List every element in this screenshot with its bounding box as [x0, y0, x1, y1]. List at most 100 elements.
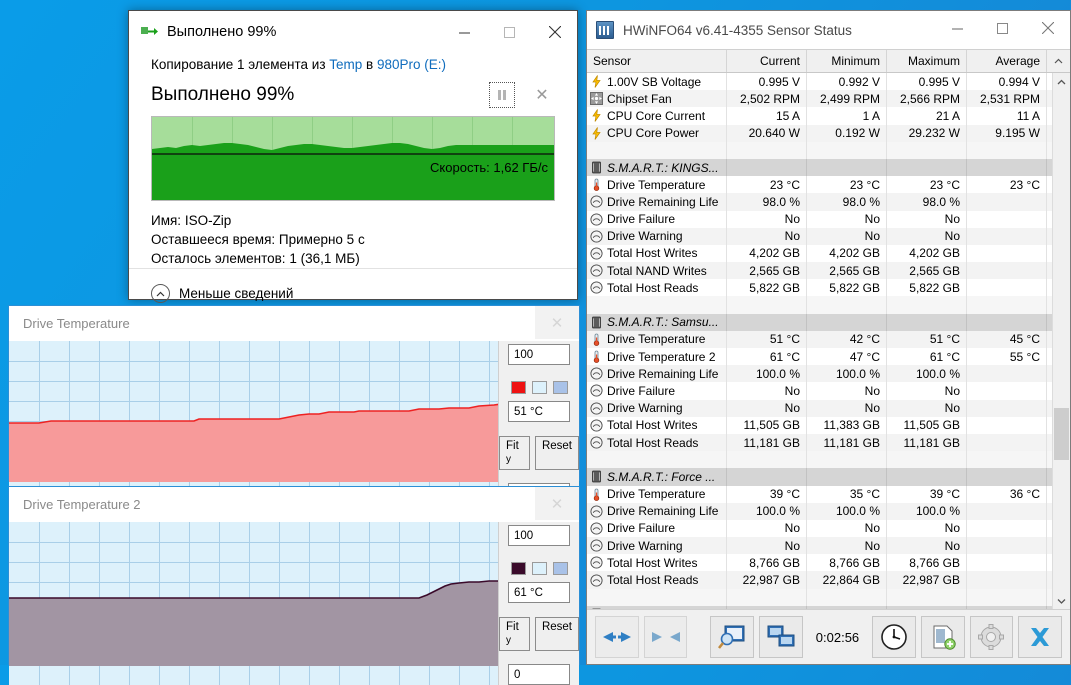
graph-1-reset-button[interactable]: Reset — [535, 436, 579, 470]
table-row-group-header[interactable]: S.M.A.R.T.: KINGS... — [587, 159, 1052, 176]
graph-1-ymax-field[interactable]: 100 — [508, 344, 570, 365]
table-row[interactable]: Drive WarningNoNoNo — [587, 400, 1052, 417]
close-app-button[interactable] — [1018, 616, 1062, 658]
graph-1-grid-color-swatch[interactable] — [553, 381, 568, 394]
graph-2-background-color-swatch[interactable] — [532, 562, 547, 575]
graph-1-titlebar[interactable]: Drive Temperature ✕ — [9, 306, 579, 341]
clock-button[interactable] — [872, 616, 916, 658]
table-row[interactable]: Drive Remaining Life100.0 %100.0 %100.0 … — [587, 365, 1052, 382]
cell-sensor-name: S.M.A.R.T.: Force ... — [587, 468, 727, 485]
cell-value-current: 15 A — [727, 107, 807, 124]
hwinfo-maximize-button[interactable] — [980, 9, 1025, 47]
table-row[interactable]: Drive Remaining Life100.0 %100.0 %100.0 … — [587, 503, 1052, 520]
sensor-settings-button[interactable] — [710, 616, 754, 658]
hwinfo-window-buttons — [935, 9, 1070, 51]
table-row[interactable]: Total NAND Writes2,565 GB2,565 GB2,565 G… — [587, 262, 1052, 279]
destination-folder-link[interactable]: 980Pro (E:) — [377, 57, 446, 72]
graph-1-body: 100 51 °C Fit y Reset 0 — [9, 341, 579, 504]
table-row[interactable]: Total Host Writes4,202 GB4,202 GB4,202 G… — [587, 245, 1052, 262]
cell-value-average — [967, 606, 1047, 609]
table-row[interactable]: Drive WarningNoNoNo — [587, 228, 1052, 245]
column-header-minimum[interactable]: Minimum — [807, 50, 887, 72]
cell-value-maximum: No — [887, 400, 967, 417]
copy-dialog-titlebar[interactable]: Выполнено 99% — [129, 11, 577, 53]
table-row[interactable]: Total Host Reads11,181 GB11,181 GB11,181… — [587, 434, 1052, 451]
table-row[interactable]: Total Host Reads5,822 GB5,822 GB5,822 GB — [587, 279, 1052, 296]
graph-1-current-value-field[interactable]: 51 °C — [508, 401, 570, 422]
table-row[interactable]: Total Host Writes11,505 GB11,383 GB11,50… — [587, 417, 1052, 434]
scroll-up-arrow-icon[interactable] — [1053, 73, 1070, 90]
close-button[interactable] — [532, 11, 577, 53]
table-row[interactable]: 1.00V SB Voltage0.995 V0.992 V0.995 V0.9… — [587, 73, 1052, 90]
fan-icon — [590, 92, 603, 105]
table-row[interactable]: Drive WarningNoNoNo — [587, 537, 1052, 554]
configure-button[interactable] — [970, 616, 1014, 658]
gauge-icon — [590, 539, 603, 552]
table-row[interactable]: Chipset Fan2,502 RPM2,499 RPM2,566 RPM2,… — [587, 90, 1052, 107]
table-row[interactable]: CPU Core Current15 A1 A21 A11 A — [587, 107, 1052, 124]
table-row[interactable]: Total Host Writes8,766 GB8,766 GB8,766 G… — [587, 554, 1052, 571]
column-header-maximum[interactable]: Maximum — [887, 50, 967, 72]
scrollbar-thumb[interactable] — [1054, 408, 1069, 460]
graph-1-close-button[interactable]: ✕ — [535, 306, 579, 339]
sensor-label: Total Host Writes — [607, 246, 697, 260]
sensor-table-scrollbar[interactable] — [1052, 73, 1070, 609]
cell-sensor-name: Drive Warning — [587, 400, 727, 417]
hwinfo-minimize-button[interactable] — [935, 9, 980, 47]
cell-value-current: No — [727, 400, 807, 417]
column-header-sensor[interactable]: Sensor — [587, 50, 727, 72]
column-header-average[interactable]: Average — [967, 50, 1047, 72]
expand-all-button[interactable] — [595, 616, 639, 658]
cell-value-average — [967, 382, 1047, 399]
cancel-copy-button[interactable]: ✕ — [529, 82, 555, 108]
table-row[interactable]: Drive Temperature39 °C35 °C39 °C36 °C — [587, 486, 1052, 503]
gauge-icon — [590, 247, 603, 260]
maximize-button[interactable] — [487, 11, 532, 53]
table-row-group-header[interactable]: S.M.A.R.T.: Samsu... — [587, 314, 1052, 331]
graph-2-fit-label: Fit — [506, 621, 519, 633]
stat-row-time: Оставшееся время: Примерно 5 с — [151, 230, 555, 249]
scroll-down-arrow-icon[interactable] — [1053, 592, 1070, 609]
graph-1-background-color-swatch[interactable] — [532, 381, 547, 394]
table-row[interactable]: Drive FailureNoNoNo — [587, 211, 1052, 228]
graph-2-fit-y-button[interactable]: Fit y — [499, 617, 530, 651]
remote-sensor-button[interactable] — [759, 616, 803, 658]
cell-value-current — [727, 606, 807, 609]
table-row[interactable]: CPU Core Power20.640 W0.192 W29.232 W9.1… — [587, 125, 1052, 142]
sensor-label: Total Host Reads — [607, 281, 698, 295]
table-row-group-header[interactable]: Drive: KINGSTON S — [587, 606, 1052, 609]
minimize-button[interactable] — [442, 11, 487, 53]
graph-2-current-value-field[interactable]: 61 °C — [508, 582, 570, 603]
less-details-button[interactable]: Меньше сведений — [151, 284, 293, 303]
column-header-current[interactable]: Current — [727, 50, 807, 72]
graph-2-ymin-field[interactable]: 0 — [508, 664, 570, 685]
graph-2-grid-color-swatch[interactable] — [553, 562, 568, 575]
graph-1-series-color-swatch[interactable] — [511, 381, 526, 394]
table-row[interactable]: Drive Temperature51 °C42 °C51 °C45 °C — [587, 331, 1052, 348]
collapse-all-button[interactable] — [644, 616, 688, 658]
column-header-sort-indicator — [1047, 50, 1070, 72]
table-row[interactable]: Drive Remaining Life98.0 %98.0 %98.0 % — [587, 193, 1052, 210]
table-row[interactable]: Total Host Reads22,987 GB22,864 GB22,987… — [587, 571, 1052, 588]
logging-button[interactable] — [921, 616, 965, 658]
graph-2-titlebar[interactable]: Drive Temperature 2 ✕ — [9, 487, 579, 522]
table-row[interactable]: Drive Temperature23 °C23 °C23 °C23 °C — [587, 176, 1052, 193]
table-row-group-header[interactable]: S.M.A.R.T.: Force ... — [587, 468, 1052, 485]
pause-button[interactable] — [489, 82, 515, 108]
cell-value — [727, 142, 807, 159]
source-folder-link[interactable]: Temp — [329, 57, 362, 72]
table-row[interactable]: Drive Temperature 261 °C47 °C61 °C55 °C — [587, 348, 1052, 365]
graph-2-reset-button[interactable]: Reset — [535, 617, 579, 651]
sensor-label: Total NAND Writes — [607, 264, 707, 278]
graph-1-plot[interactable] — [9, 341, 499, 504]
graph-2-ymax-field[interactable]: 100 — [508, 525, 570, 546]
hwinfo-titlebar[interactable]: HWiNFO64 v6.41-4355 Sensor Status — [587, 11, 1070, 49]
cell-value-maximum: 4,202 GB — [887, 245, 967, 262]
graph-2-series-color-swatch[interactable] — [511, 562, 526, 575]
graph-2-plot[interactable] — [9, 522, 499, 685]
graph-2-close-button[interactable]: ✕ — [535, 487, 579, 520]
graph-1-fit-y-button[interactable]: Fit y — [499, 436, 530, 470]
hwinfo-close-button[interactable] — [1025, 9, 1070, 47]
table-row[interactable]: Drive FailureNoNoNo — [587, 382, 1052, 399]
table-row[interactable]: Drive FailureNoNoNo — [587, 520, 1052, 537]
